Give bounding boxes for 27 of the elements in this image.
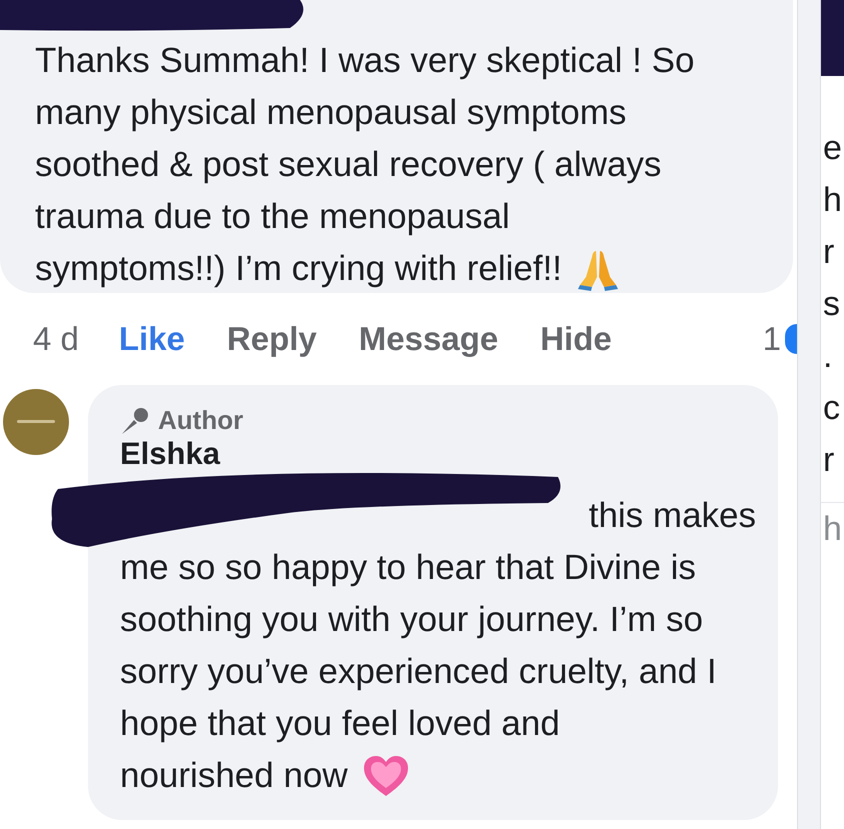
text-fragment: e — [822, 128, 843, 169]
comment-action-link[interactable]: Message — [358, 320, 498, 358]
text-fragment: s — [822, 284, 841, 325]
comment-text-line: Thanks Summah! I was very skeptical ! So — [35, 40, 694, 82]
comment-text-line: soothed & post sexual recovery ( always — [35, 144, 662, 186]
comment-action-link[interactable]: Reply — [226, 320, 317, 358]
author-name[interactable]: Elshka — [120, 436, 220, 472]
text-fragment: r — [822, 440, 836, 481]
text-fragment: h — [821, 502, 844, 555]
reply-text-line: nourished now — [120, 755, 348, 797]
reply-text-line: me so so happy to hear that Divine is — [120, 547, 696, 589]
reply-text-line: soothing you with your journey. I’m so — [120, 599, 703, 641]
text-fragment: . — [822, 336, 834, 377]
reaction-count: 1 — [762, 320, 781, 358]
reply-text-line: hope that you feel loved and — [120, 703, 560, 745]
text-fragment: r — [822, 232, 836, 273]
reply-text-fragment: this makes — [588, 495, 756, 537]
comment-time: 4 d — [33, 320, 79, 358]
comment-text-line: trauma due to the menopausal — [35, 196, 510, 238]
text-fragment: h — [822, 180, 843, 221]
comment-text-line: many physical menopausal symptoms — [35, 92, 626, 134]
comment-action-link[interactable]: Hide — [540, 320, 612, 358]
comment-text-line: symptoms!!) I’m crying with relief!! — [35, 248, 562, 290]
text-fragment: c — [822, 388, 841, 429]
reply-text-line: sorry you’ve experienced cruelty, and I — [120, 651, 717, 693]
comment-action-link[interactable]: Like — [118, 320, 185, 358]
author-label: Author — [158, 405, 244, 436]
